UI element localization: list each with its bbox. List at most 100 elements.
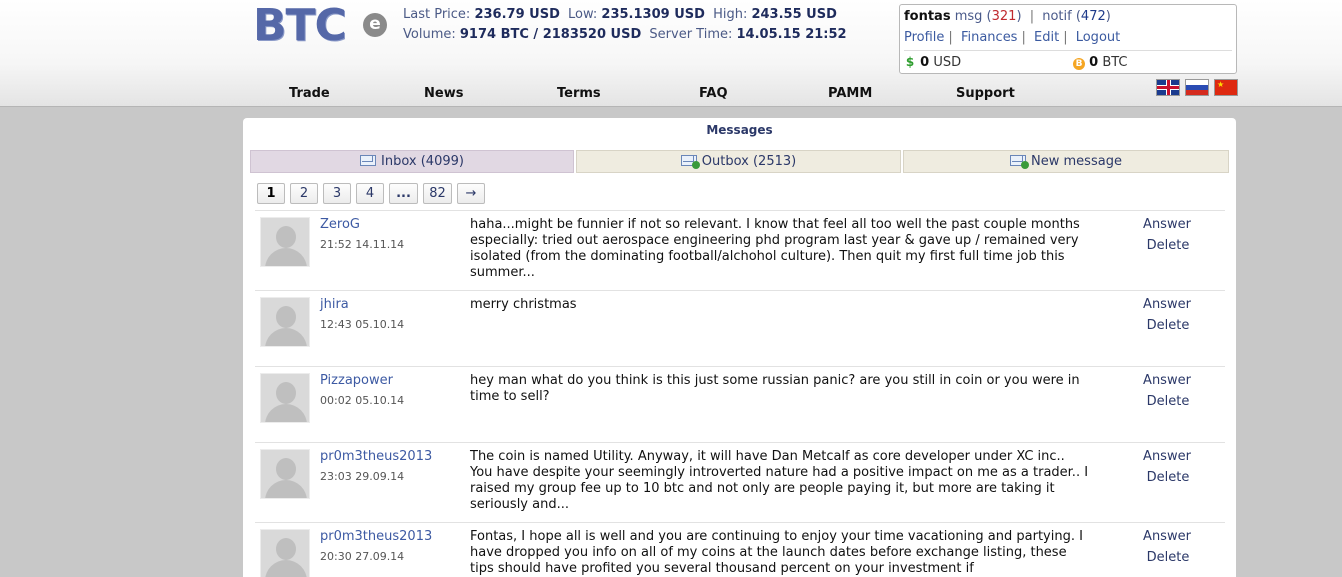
page-ellipsis: ...	[389, 183, 418, 204]
page-3[interactable]: 3	[323, 183, 351, 204]
message-sender[interactable]: ZeroG	[320, 217, 360, 232]
nav-trade[interactable]: Trade	[289, 86, 330, 101]
avatar	[260, 217, 310, 267]
message-time: 23:03 29.09.14	[320, 470, 405, 483]
volume-label: Volume:	[403, 27, 456, 42]
outbox-envelope-icon	[680, 155, 700, 169]
message-time: 00:02 05.10.14	[320, 394, 405, 407]
answer-button[interactable]: Answer	[1137, 217, 1197, 232]
message-time: 20:30 27.09.14	[320, 550, 405, 563]
message-row: Pizzapower 00:02 05.10.14 hey man what d…	[255, 366, 1225, 442]
tab-inbox-label: Inbox (4099)	[381, 154, 464, 169]
high-label: High:	[713, 7, 748, 22]
last-price-label: Last Price:	[403, 7, 471, 22]
message-row: pr0m3theus2013 23:03 29.09.14 The coin i…	[255, 442, 1225, 522]
tab-outbox[interactable]: Outbox (2513)	[576, 150, 901, 173]
logout-link[interactable]: Logout	[1076, 30, 1121, 45]
nav-pamm[interactable]: PAMM	[828, 86, 872, 101]
ticker-row-1: Last Price: 236.79 USD Low: 235.1309 USD…	[403, 5, 847, 25]
high-value: 243.55 USD	[751, 7, 837, 22]
dollar-icon: $	[905, 55, 915, 69]
page-2[interactable]: 2	[290, 183, 318, 204]
uk-flag-icon[interactable]	[1156, 79, 1180, 96]
btc-amount: 0	[1089, 55, 1099, 70]
message-text: The coin is named Utility. Anyway, it wi…	[470, 449, 1089, 512]
finances-link[interactable]: Finances	[961, 30, 1018, 45]
messages-panel: Messages Inbox (4099) Outbox (2513) New …	[243, 118, 1236, 577]
message-row: ZeroG 21:52 14.11.14 haha...might be fun…	[255, 210, 1225, 290]
delete-button[interactable]: Delete	[1138, 550, 1198, 565]
message-sender[interactable]: jhira	[320, 297, 349, 312]
new-message-icon	[1010, 155, 1030, 169]
msg-count[interactable]: 321	[992, 9, 1017, 24]
user-status-row: fontas msg (321) | notif (472)	[904, 9, 1111, 24]
message-time: 21:52 14.11.14	[320, 238, 405, 251]
russia-flag-icon[interactable]	[1185, 79, 1209, 96]
delete-button[interactable]: Delete	[1138, 394, 1198, 409]
notif-label[interactable]: notif	[1042, 9, 1071, 24]
page-4[interactable]: 4	[356, 183, 384, 204]
next-page-button[interactable]: →	[457, 183, 485, 204]
tab-inbox[interactable]: Inbox (4099)	[250, 150, 574, 173]
message-row: pr0m3theus2013 20:30 27.09.14 Fontas, I …	[255, 522, 1225, 577]
message-text: haha...might be funnier if not so releva…	[470, 217, 1080, 280]
page-1[interactable]: 1	[257, 183, 285, 204]
usd-unit: USD	[933, 55, 962, 70]
ticker-row-2: Volume: 9174 BTC / 2183520 USD Server Ti…	[403, 25, 847, 45]
low-label: Low:	[568, 7, 598, 22]
delete-button[interactable]: Delete	[1138, 318, 1198, 333]
avatar	[260, 297, 310, 347]
china-flag-icon[interactable]: ★	[1214, 79, 1238, 96]
message-sender[interactable]: pr0m3theus2013	[320, 529, 432, 544]
nav-support[interactable]: Support	[956, 86, 1015, 101]
edit-link[interactable]: Edit	[1034, 30, 1059, 45]
delete-button[interactable]: Delete	[1138, 238, 1198, 253]
last-price-value: 236.79 USD	[474, 7, 560, 22]
divider	[904, 50, 1232, 51]
bitcoin-icon: B	[1073, 58, 1085, 70]
user-links: Profile | Finances | Edit | Logout	[904, 30, 1121, 45]
user-box: fontas msg (321) | notif (472) Profile | …	[899, 4, 1237, 74]
tab-new-message-label: New message	[1031, 154, 1122, 169]
page-title: Messages	[706, 123, 773, 137]
notif-count[interactable]: 472	[1081, 9, 1106, 24]
message-time: 12:43 05.10.14	[320, 318, 405, 331]
answer-button[interactable]: Answer	[1137, 529, 1197, 544]
message-row: jhira 12:43 05.10.14 merry christmas Ans…	[255, 290, 1225, 366]
avatar	[260, 529, 310, 577]
message-sender[interactable]: pr0m3theus2013	[320, 449, 432, 464]
nav-news[interactable]: News	[424, 86, 463, 101]
site-logo[interactable]: BTC e	[253, 4, 393, 48]
logo-e-badge: e	[363, 13, 387, 37]
server-time-value: 14.05.15 21:52	[736, 27, 847, 42]
profile-link[interactable]: Profile	[904, 30, 944, 45]
usd-amount: 0	[920, 55, 930, 70]
server-time-label: Server Time:	[649, 27, 733, 42]
inbox-envelope-icon	[360, 155, 377, 166]
page-82[interactable]: 82	[423, 183, 452, 204]
tab-new-message[interactable]: New message	[903, 150, 1229, 173]
msg-label[interactable]: msg	[955, 9, 983, 24]
answer-button[interactable]: Answer	[1137, 373, 1197, 388]
logo-text: BTC	[253, 0, 347, 51]
btc-balance: B 0 BTC	[1073, 55, 1128, 70]
usd-balance: $ 0 USD	[904, 55, 961, 70]
answer-button[interactable]: Answer	[1137, 297, 1197, 312]
delete-button[interactable]: Delete	[1138, 470, 1198, 485]
answer-button[interactable]: Answer	[1137, 449, 1197, 464]
volume-value: 9174 BTC / 2183520 USD	[459, 27, 642, 42]
nav-terms[interactable]: Terms	[557, 86, 601, 101]
nav-faq[interactable]: FAQ	[699, 86, 728, 101]
btc-unit: BTC	[1102, 55, 1128, 70]
username[interactable]: fontas	[904, 9, 951, 24]
low-value: 235.1309 USD	[601, 7, 705, 22]
message-sender[interactable]: Pizzapower	[320, 373, 393, 388]
message-text: hey man what do you think is this just s…	[470, 373, 1080, 404]
avatar	[260, 449, 310, 499]
tab-outbox-label: Outbox (2513)	[701, 154, 797, 169]
message-text: merry christmas	[470, 297, 577, 312]
price-ticker: Last Price: 236.79 USD Low: 235.1309 USD…	[403, 5, 847, 45]
avatar	[260, 373, 310, 423]
site-header: BTC e Last Price: 236.79 USD Low: 235.13…	[0, 0, 1342, 107]
message-text: Fontas, I hope all is well and you are c…	[470, 529, 1083, 576]
